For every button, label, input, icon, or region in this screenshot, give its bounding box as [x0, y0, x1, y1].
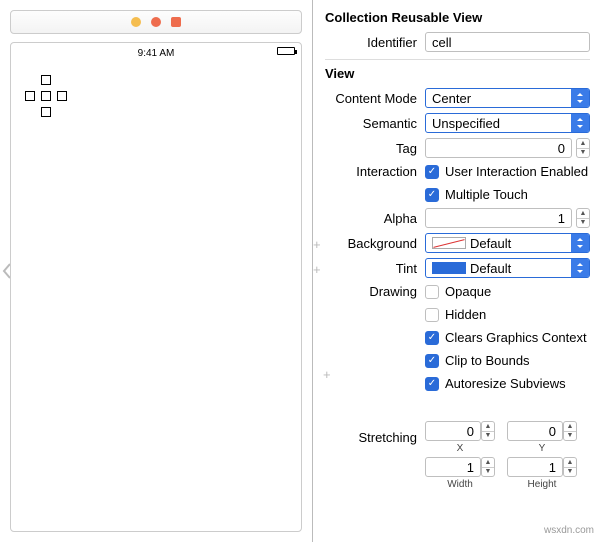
semantic-label: Semantic: [325, 116, 425, 131]
tag-label: Tag: [325, 141, 425, 156]
semantic-select[interactable]: Unspecified: [425, 113, 590, 133]
section-view: View: [325, 66, 590, 81]
multiple-touch-checkbox[interactable]: ✓: [425, 188, 439, 202]
clip-to-bounds-label: Clip to Bounds: [445, 353, 530, 368]
autoresize-checkbox[interactable]: ✓: [425, 377, 439, 391]
stretch-x-stepper[interactable]: ▲▼: [481, 421, 495, 441]
content-mode-select[interactable]: Center: [425, 88, 590, 108]
hidden-checkbox[interactable]: [425, 308, 439, 322]
identifier-label: Identifier: [325, 35, 425, 50]
background-select[interactable]: Default: [425, 233, 590, 253]
stretch-width-stepper[interactable]: ▲▼: [481, 457, 495, 477]
opaque-checkbox[interactable]: [425, 285, 439, 299]
stretch-height-field[interactable]: 1: [507, 457, 563, 477]
stretch-x-caption: X: [425, 443, 495, 454]
plus-icon[interactable]: +: [313, 263, 321, 276]
clip-to-bounds-checkbox[interactable]: ✓: [425, 354, 439, 368]
alpha-label: Alpha: [325, 211, 425, 226]
content-mode-label: Content Mode: [325, 91, 425, 106]
alpha-field[interactable]: 1: [425, 208, 572, 228]
attributes-inspector: Collection Reusable View Identifier cell…: [313, 0, 600, 542]
stretching-label: Stretching: [325, 430, 425, 445]
plus-icon[interactable]: +: [323, 368, 331, 381]
divider: [325, 59, 590, 60]
plus-icon[interactable]: +: [313, 238, 321, 251]
color-swatch-blue-icon: [432, 262, 466, 274]
tint-label: +Tint: [325, 261, 425, 276]
battery-icon: [277, 47, 295, 55]
drawing-label: Drawing: [325, 282, 425, 299]
stretch-y-stepper[interactable]: ▲▼: [563, 421, 577, 441]
toolbar-dot-orange-icon: [151, 17, 161, 27]
multiple-touch-label: Multiple Touch: [445, 187, 528, 202]
chevron-updown-icon: [571, 114, 589, 132]
alpha-stepper[interactable]: ▲▼: [576, 208, 590, 228]
stretch-x-field[interactable]: 0: [425, 421, 481, 441]
chevron-updown-icon: [571, 259, 589, 277]
stretch-height-stepper[interactable]: ▲▼: [563, 457, 577, 477]
toolbar-square-orange-icon: [171, 17, 181, 27]
selection-handles[interactable]: [29, 75, 69, 115]
user-interaction-checkbox[interactable]: ✓: [425, 165, 439, 179]
canvas-panel: 9:41 AM: [0, 0, 313, 542]
interaction-label: Interaction: [325, 162, 425, 179]
background-label: +Background: [325, 236, 425, 251]
canvas-toolbar: [10, 10, 302, 34]
chevron-updown-icon: [571, 89, 589, 107]
section-collection-reusable-view: Collection Reusable View: [325, 10, 590, 25]
identifier-field[interactable]: cell: [425, 32, 590, 52]
stretch-width-caption: Width: [425, 479, 495, 490]
chevron-updown-icon: [571, 234, 589, 252]
tag-field[interactable]: 0: [425, 138, 572, 158]
clears-graphics-checkbox[interactable]: ✓: [425, 331, 439, 345]
device-preview[interactable]: 9:41 AM: [10, 42, 302, 532]
stretch-width-field[interactable]: 1: [425, 457, 481, 477]
tag-stepper[interactable]: ▲▼: [576, 138, 590, 158]
tint-select[interactable]: Default: [425, 258, 590, 278]
clears-graphics-label: Clears Graphics Context: [445, 330, 587, 345]
autoresize-label: Autoresize Subviews: [445, 376, 566, 391]
user-interaction-label: User Interaction Enabled: [445, 164, 588, 179]
watermark: wsxdn.com: [544, 525, 594, 536]
status-time: 9:41 AM: [138, 48, 175, 59]
hidden-label: Hidden: [445, 307, 486, 322]
stretch-height-caption: Height: [507, 479, 577, 490]
stretch-y-caption: Y: [507, 443, 577, 454]
stretch-y-field[interactable]: 0: [507, 421, 563, 441]
color-swatch-none-icon: [432, 237, 466, 249]
toolbar-dot-yellow-icon: [131, 17, 141, 27]
opaque-label: Opaque: [445, 284, 491, 299]
status-bar: 9:41 AM: [11, 43, 301, 63]
